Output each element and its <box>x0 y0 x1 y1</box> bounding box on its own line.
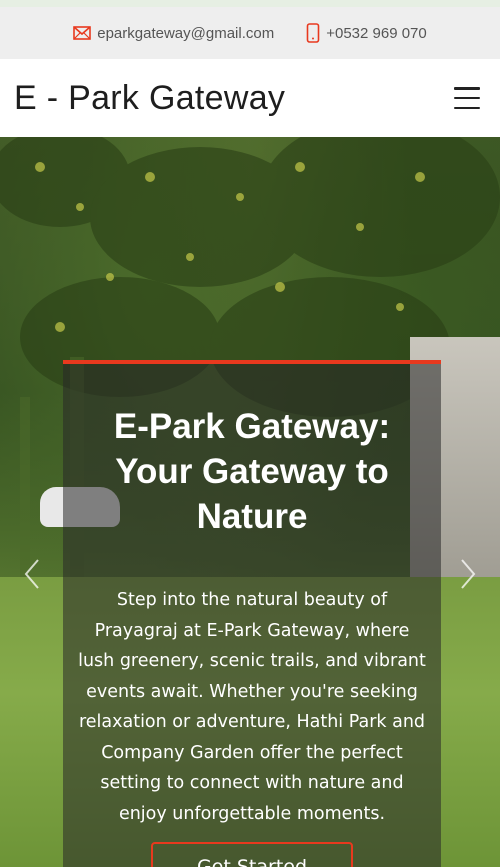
hero-description: Step into the natural beauty of Prayagra… <box>78 590 426 824</box>
carousel-next-button[interactable] <box>458 557 478 591</box>
get-started-button[interactable]: Get Started <box>151 842 353 867</box>
envelope-icon <box>73 26 92 40</box>
top-strip <box>0 0 500 7</box>
phone-contact[interactable]: +0532 969 070 <box>306 23 427 43</box>
mobile-phone-icon <box>306 23 320 43</box>
navbar: E - Park Gateway <box>0 59 500 137</box>
chevron-right-icon <box>461 559 476 589</box>
carousel-prev-button[interactable] <box>22 557 42 591</box>
hero-carousel: E-Park Gateway: Your Gateway to Nature S… <box>0 137 500 867</box>
hamburger-menu-icon[interactable] <box>454 87 480 109</box>
email-contact[interactable]: eparkgateway@gmail.com <box>73 25 274 42</box>
hero-caption: E-Park Gateway: Your Gateway to Nature S… <box>63 360 441 867</box>
site-brand[interactable]: E - Park Gateway <box>14 79 285 118</box>
chevron-left-icon <box>24 559 39 589</box>
email-text[interactable]: eparkgateway@gmail.com <box>97 25 274 42</box>
hero-title: E-Park Gateway: Your Gateway to Nature <box>113 407 391 536</box>
phone-text[interactable]: +0532 969 070 <box>326 25 427 42</box>
contact-topbar: eparkgateway@gmail.com +0532 969 070 <box>0 7 500 59</box>
